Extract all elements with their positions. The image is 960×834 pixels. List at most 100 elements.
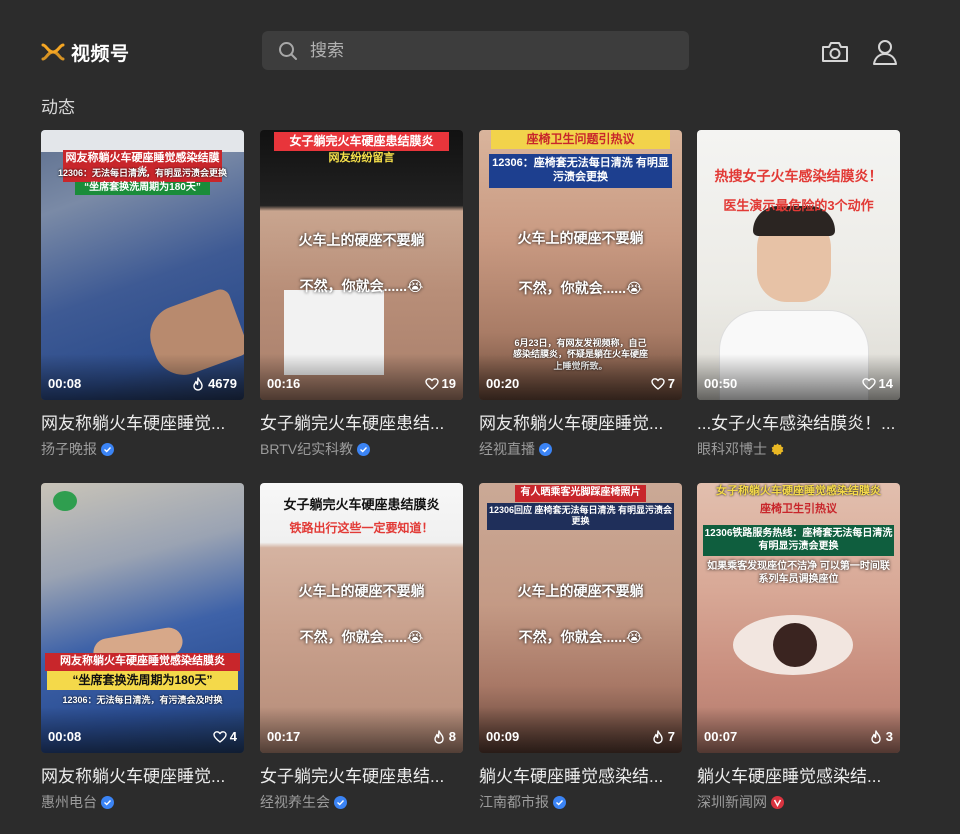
like-count: 4679 <box>191 376 237 391</box>
logo-text: 视频号 <box>71 43 130 65</box>
video-thumbnail[interactable]: 网友称躺火车硬座睡觉感染结膜炎 “坐席套换洗周期为180天” 12306：无法每… <box>41 483 244 753</box>
thumbnail-caption: 不然，你就会......😭 <box>518 280 643 296</box>
video-thumbnail[interactable]: 女子称躺火车硬座睡觉感染结膜炎 座椅卫生引热议 12306铁路服务热线：座椅套无… <box>697 483 900 753</box>
thumbnail-scene <box>773 623 817 667</box>
video-title[interactable]: 女子躺完火车硬座患结... <box>260 409 463 434</box>
heart-icon <box>651 377 665 390</box>
video-card[interactable]: 女子称躺火车硬座睡觉感染结膜炎 座椅卫生引热议 12306铁路服务热线：座椅套无… <box>697 483 900 812</box>
like-count-text: 7 <box>667 729 675 744</box>
thumbnail-caption: 12306回应 座椅套无法每日清洗 有明显污渍会更换 <box>487 503 674 530</box>
video-duration: 00:08 <box>48 376 82 391</box>
thumbnail-scene <box>41 130 244 152</box>
author-name[interactable]: 江南都市报 <box>479 792 549 812</box>
video-card[interactable]: 网友称躺火车硬座睡觉感染结膜炎 “坐席套换洗周期为180天” 12306：无法每… <box>41 483 244 812</box>
author-name[interactable]: 眼科邓博士 <box>697 439 767 459</box>
like-count: 7 <box>651 729 675 744</box>
author-name[interactable]: 经视养生会 <box>260 792 330 812</box>
video-duration: 00:17 <box>267 729 301 744</box>
flame-icon <box>653 729 663 744</box>
like-count-text: 19 <box>441 376 456 391</box>
author-info[interactable]: 经视养生会 <box>260 792 463 812</box>
like-count: 3 <box>869 729 893 744</box>
video-title[interactable]: 网友称躺火车硬座睡觉... <box>41 762 244 787</box>
video-duration: 00:09 <box>486 729 520 744</box>
author-name[interactable]: 深圳新闻网 <box>697 792 767 812</box>
thumbnail-caption: 铁路出行这些一定要知道！ <box>289 521 434 535</box>
verified-badge-icon <box>553 795 566 809</box>
video-title[interactable]: 网友称躺火车硬座睡觉... <box>479 409 682 434</box>
thumbnail-caption: 座椅卫生问题引热议 <box>491 130 670 149</box>
thumbnail-caption: 不然，你就会......😭 <box>299 629 424 645</box>
video-title[interactable]: 躺火车硬座睡觉感染结... <box>479 762 682 787</box>
thumbnail-caption: 火车上的硬座不要躺 <box>517 583 644 599</box>
thumbnail-caption: 12306：无法每日清洗，有污渍会及时换 <box>62 695 223 705</box>
thumbnail-caption: 有人晒乘客光脚踩座椅照片 <box>515 485 646 502</box>
camera-icon <box>822 42 848 62</box>
author-info[interactable]: 惠州电台 <box>41 792 244 812</box>
video-title[interactable]: 网友称躺火车硬座睡觉... <box>41 409 244 434</box>
author-info[interactable]: 深圳新闻网 <box>697 792 900 812</box>
thumbnail-caption: “坐席套换洗周期为180天” <box>47 671 238 690</box>
thumbnail-caption: 热搜女子火车感染结膜炎！ <box>714 168 883 184</box>
search-input[interactable] <box>310 40 670 61</box>
heart-icon <box>424 377 439 390</box>
video-card[interactable]: 女子躺完火车硬座患结膜炎 铁路出行这些一定要知道！ 火车上的硬座不要躺 不然，你… <box>260 483 463 812</box>
logo[interactable]: 视频号 <box>41 38 130 66</box>
channels-logo-icon <box>41 43 65 61</box>
camera-button[interactable] <box>821 38 849 66</box>
search-icon <box>279 41 297 60</box>
video-thumbnail[interactable]: 座椅卫生问题引热议 12306：座椅套无法每日清洗 有明显污渍会更换 火车上的硬… <box>479 130 682 400</box>
video-card[interactable]: 网友称躺火车硬座睡觉感染结膜炎 12306：无法每日清洗，有明显污渍会更换 “坐… <box>41 130 244 459</box>
video-card[interactable]: 座椅卫生问题引热议 12306：座椅套无法每日清洗 有明显污渍会更换 火车上的硬… <box>479 130 682 459</box>
thumbnail-caption: 12306铁路服务热线：座椅套无法每日清洗 有明显污渍会更换 <box>703 525 894 556</box>
video-card[interactable]: 有人晒乘客光脚踩座椅照片 12306回应 座椅套无法每日清洗 有明显污渍会更换 … <box>479 483 682 812</box>
video-duration: 00:20 <box>486 376 520 391</box>
thumbnail-caption: 女子躺完火车硬座患结膜炎 <box>274 132 449 151</box>
video-thumbnail[interactable]: 热搜女子火车感染结膜炎！ 医生演示最危险的3个动作 00:50 14 <box>697 130 900 400</box>
thumbnail-caption: “坐席套换洗周期为180天” <box>75 182 210 195</box>
thumbnail-caption: 座椅卫生引热议 <box>760 503 837 515</box>
search-bar[interactable] <box>262 31 689 70</box>
video-card[interactable]: 女子躺完火车硬座患结膜炎 网友纷纷留言 火车上的硬座不要躺 不然，你就会....… <box>260 130 463 459</box>
thumbnail-caption: 网友称躺火车硬座睡觉感染结膜炎 <box>45 653 240 671</box>
author-name[interactable]: 经视直播 <box>479 439 535 459</box>
author-name[interactable]: 扬子晚报 <box>41 439 97 459</box>
section-title: 动态 <box>41 98 75 117</box>
video-thumbnail[interactable]: 女子躺完火车硬座患结膜炎 网友纷纷留言 火车上的硬座不要躺 不然，你就会....… <box>260 130 463 400</box>
verified-badge-icon <box>771 795 784 809</box>
header: 视频号 <box>0 0 960 100</box>
video-thumbnail[interactable]: 有人晒乘客光脚踩座椅照片 12306回应 座椅套无法每日清洗 有明显污渍会更换 … <box>479 483 682 753</box>
flame-icon <box>193 376 203 391</box>
thumbnail-caption: 12306：座椅套无法每日清洗 有明显污渍会更换 <box>489 154 672 188</box>
video-thumbnail[interactable]: 网友称躺火车硬座睡觉感染结膜炎 12306：无法每日清洗，有明显污渍会更换 “坐… <box>41 130 244 400</box>
thumbnail-caption: 火车上的硬座不要躺 <box>298 232 425 248</box>
author-info[interactable]: 经视直播 <box>479 439 682 459</box>
video-duration: 00:07 <box>704 729 738 744</box>
author-name[interactable]: 惠州电台 <box>41 792 97 812</box>
verified-badge-icon <box>771 443 784 456</box>
thumbnail-caption: 如果乘客发现座位不洁净 可以第一时间联系列车员调换座位 <box>707 561 890 585</box>
video-title[interactable]: 女子躺完火车硬座患结... <box>260 762 463 787</box>
video-card[interactable]: 热搜女子火车感染结膜炎！ 医生演示最危险的3个动作 00:50 14 ...女子… <box>697 130 900 459</box>
author-info[interactable]: 扬子晚报 <box>41 439 244 459</box>
thumbnail-caption: 不然，你就会......😭 <box>299 278 424 294</box>
verified-badge-icon <box>539 442 552 456</box>
author-info[interactable]: 眼科邓博士 <box>697 439 900 459</box>
thumbnail-caption: 女子称躺火车硬座睡觉感染结膜炎 <box>716 485 881 497</box>
video-thumbnail[interactable]: 女子躺完火车硬座患结膜炎 铁路出行这些一定要知道！ 火车上的硬座不要躺 不然，你… <box>260 483 463 753</box>
author-info[interactable]: BRTV纪实科教 <box>260 439 463 459</box>
like-count: 14 <box>861 376 893 391</box>
like-count-text: 3 <box>885 729 893 744</box>
thumbnail-caption: 12306：无法每日清洗，有明显污渍会更换 <box>57 168 228 178</box>
author-name[interactable]: BRTV纪实科教 <box>260 439 353 459</box>
like-count-text: 8 <box>448 729 456 744</box>
like-count: 19 <box>424 376 456 391</box>
video-title[interactable]: 躺火车硬座睡觉感染结... <box>697 762 900 787</box>
thumbnail-caption: 女子躺完火车硬座患结膜炎 <box>283 497 440 512</box>
flame-icon <box>871 729 881 744</box>
author-info[interactable]: 江南都市报 <box>479 792 682 812</box>
thumbnail-caption: 网友纷纷留言 <box>328 152 395 164</box>
video-title[interactable]: ...女子火车感染结膜炎！... <box>697 409 900 434</box>
like-count: 8 <box>432 729 456 744</box>
profile-button[interactable] <box>871 38 899 66</box>
